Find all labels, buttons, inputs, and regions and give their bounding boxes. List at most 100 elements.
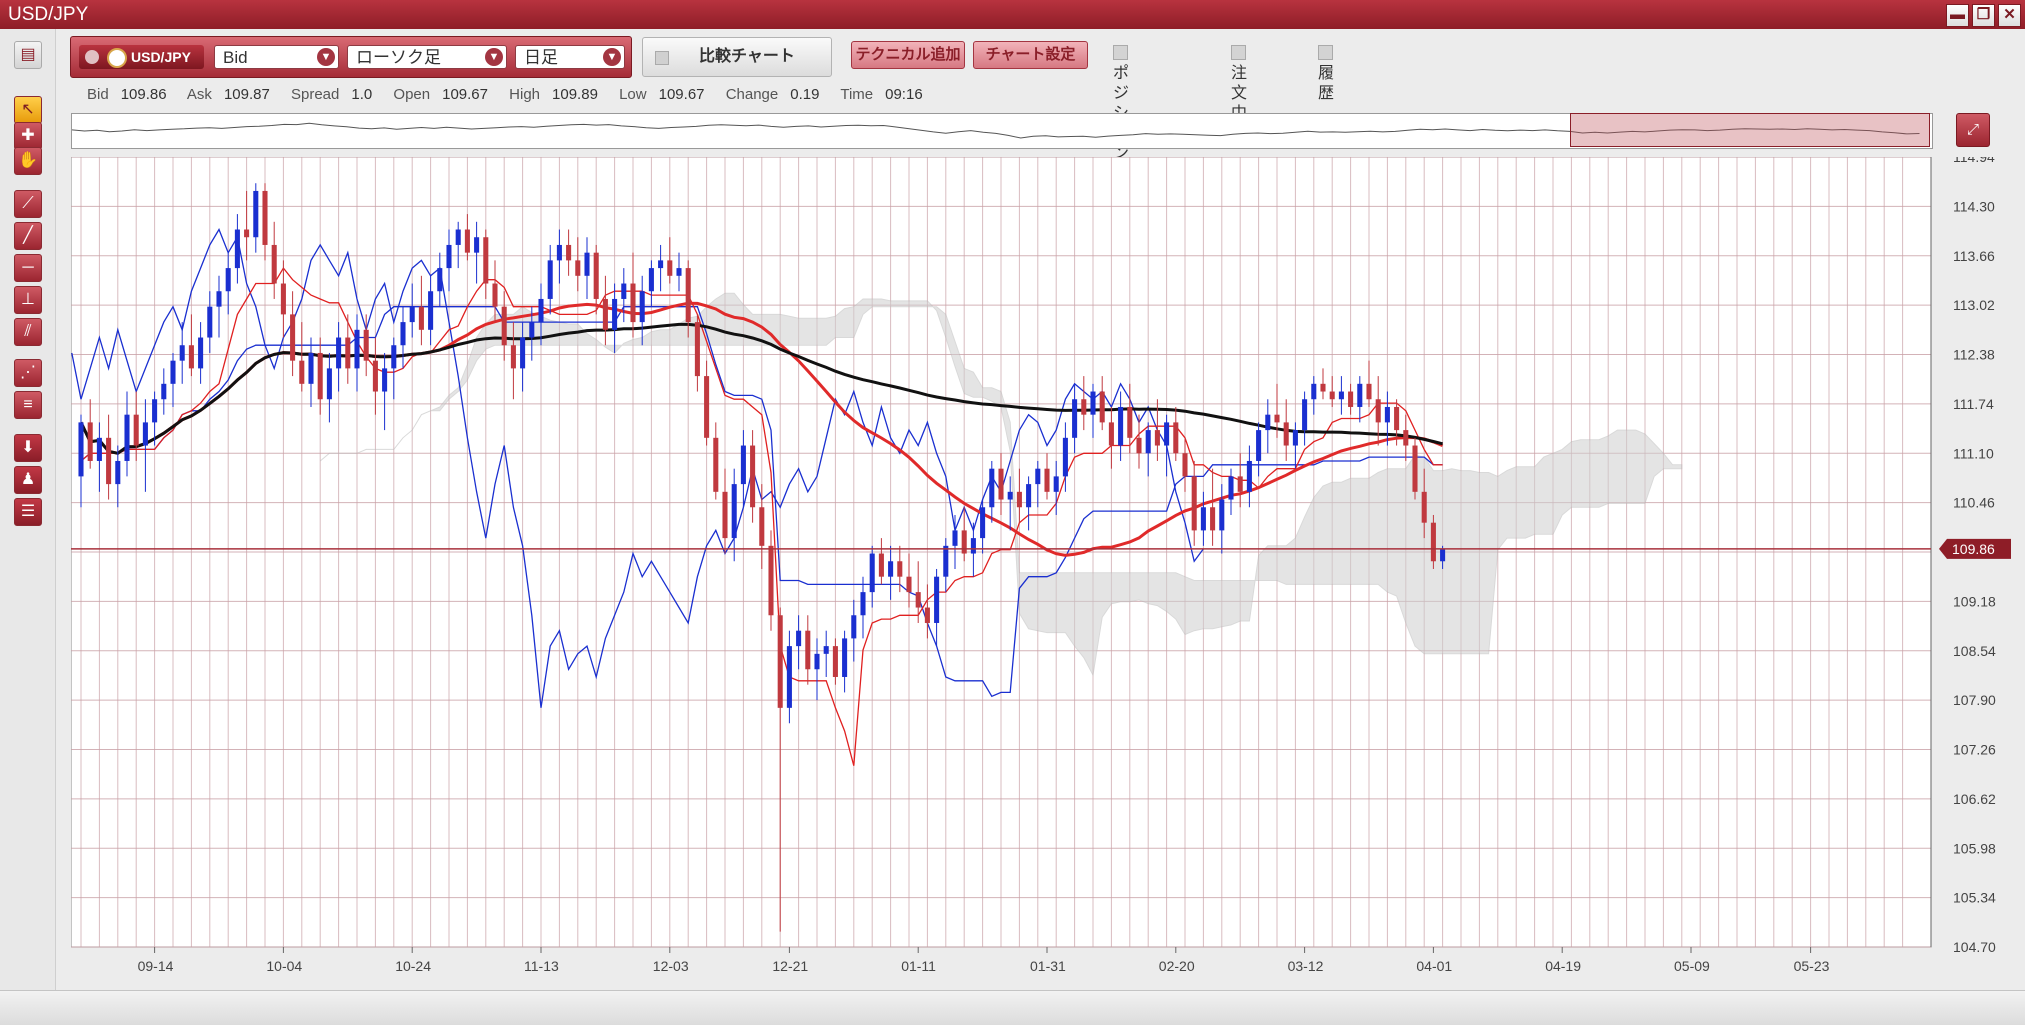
candle-body [115,460,121,485]
list-icon[interactable]: ☰ [14,498,42,526]
chart-svg: 114.94 114.30 113.66 113.02 112.38 111.74 111.… [70,149,2011,974]
y-tick-label: 107.90 [1953,692,1996,708]
vertical-line-icon[interactable]: ⊥ [14,286,42,314]
position-checkbox[interactable] [1113,45,1128,60]
candle-body [244,229,250,238]
history-label: 履歴 [1318,65,1335,102]
candle-body [906,576,912,593]
last-price-label: 109.86 [1952,541,1995,557]
candle-body [897,561,903,577]
candle-body [1090,391,1096,415]
candle-body [860,592,866,616]
bell-icon[interactable]: ♟ [14,466,42,494]
chevron-down-icon[interactable]: ▼ [603,48,621,66]
timeframe-value: 日足 [524,48,558,67]
chevron-down-icon[interactable]: ▼ [317,48,335,66]
compare-chart-button[interactable]: 比較チャート [642,37,832,77]
fibonacci-icon[interactable]: ⋰ [14,359,42,387]
x-tick-label: 12-21 [772,958,808,974]
trendline-icon[interactable]: ⟋ [14,190,42,218]
candle-body [805,630,811,670]
candle-body [648,268,654,292]
candle-body [363,329,369,361]
orders-checkbox[interactable] [1231,45,1246,60]
symbol-group: USD/JPY Bid ▼ ローソク足 ▼ 日足 ▼ [70,36,632,78]
minimize-icon[interactable]: ▬ [1946,4,1969,27]
candle-body [740,445,746,485]
candle-body [1007,491,1013,500]
candle-body [170,360,176,384]
open-label: Open [393,86,431,103]
price-type-select[interactable]: Bid ▼ [214,45,339,69]
x-tick-label: 12-03 [653,958,689,974]
candle-body [271,244,277,284]
y-tick-label: 109.18 [1953,593,1996,609]
navigator-range-handle[interactable] [1570,113,1930,147]
candle-body [106,437,112,485]
timeframe-select[interactable]: 日足 ▼ [515,45,625,69]
line-icon[interactable]: ╱ [14,222,42,250]
candle-body [1237,476,1243,492]
x-tick-label: 03-12 [1288,958,1324,974]
chart-settings-button[interactable]: チャート設定 [973,41,1088,69]
add-technical-button[interactable]: テクニカル追加 [851,41,965,69]
candle-body [161,383,167,400]
y-tick-label: 111.10 [1953,445,1994,461]
candle-body [1256,430,1262,461]
x-tick-label: 04-19 [1545,958,1581,974]
history-checkbox[interactable] [1318,45,1333,60]
arrow-down-icon[interactable]: ⬇ [14,434,42,462]
candle-body [418,306,424,330]
candle-body [934,576,940,623]
symbol-button[interactable]: USD/JPY [79,45,204,69]
crosshair-icon[interactable]: ✚ [14,122,42,150]
ask-value: 109.87 [223,86,270,103]
menu-icon[interactable] [85,50,99,64]
candle-body [658,260,664,269]
window-layout-icon[interactable]: ▤ [14,41,42,69]
y-tick-label: 114.94 [1953,157,1995,165]
chart-type-select[interactable]: ローソク足 ▼ [347,45,507,69]
candle-body [796,630,802,647]
compare-chart-label: 比較チャート [699,48,795,65]
channel-icon[interactable]: ⫽ [14,318,42,346]
candle-body [998,468,1004,500]
horizontal-line-icon[interactable]: ─ [14,254,42,282]
price-chart[interactable]: 114.94 114.30 113.66 113.02 112.38 111.74 111.… [70,149,2021,992]
candle-body [786,646,792,708]
x-tick-label: 01-31 [1030,958,1066,974]
time-label: Time [840,86,874,103]
chevron-down-icon[interactable]: ▼ [485,48,503,66]
candle-body [520,337,526,369]
candle-body [556,244,562,261]
zoom-resize-icon[interactable]: ⤢ [1956,113,1990,147]
candle-body [1375,399,1381,423]
close-icon[interactable]: ✕ [1998,4,2021,27]
low-label: Low [619,86,647,103]
compare-checkbox[interactable] [655,51,669,65]
ask-label: Ask [186,86,212,103]
history-toggle[interactable]: 履歴 [1318,44,1345,104]
x-tick-label: 01-11 [901,958,936,974]
symbol-label: USD/JPY [131,49,191,65]
open-value: 109.67 [442,86,488,103]
candle-body [1053,476,1059,492]
candle-body [464,229,470,253]
x-tick-label: 05-23 [1794,958,1830,974]
candle-body [1219,499,1225,531]
candle-body [152,399,158,423]
price-type-value: Bid [223,48,248,67]
candle-body [1430,522,1436,562]
candle-body [253,190,259,238]
cursor-icon[interactable]: ↖ [14,96,42,124]
candle-body [1154,430,1160,446]
text-icon[interactable]: ≡ [14,391,42,419]
candle-body [1127,406,1133,438]
restore-icon[interactable]: ❐ [1972,4,1995,27]
candle-body [547,260,553,299]
y-tick-label: 107.26 [1953,742,1996,758]
x-tick-label: 10-24 [395,958,431,974]
hand-icon[interactable]: ✋ [14,147,42,175]
candle-body [382,368,388,392]
orders-toggle[interactable]: 注文中 [1231,44,1258,124]
